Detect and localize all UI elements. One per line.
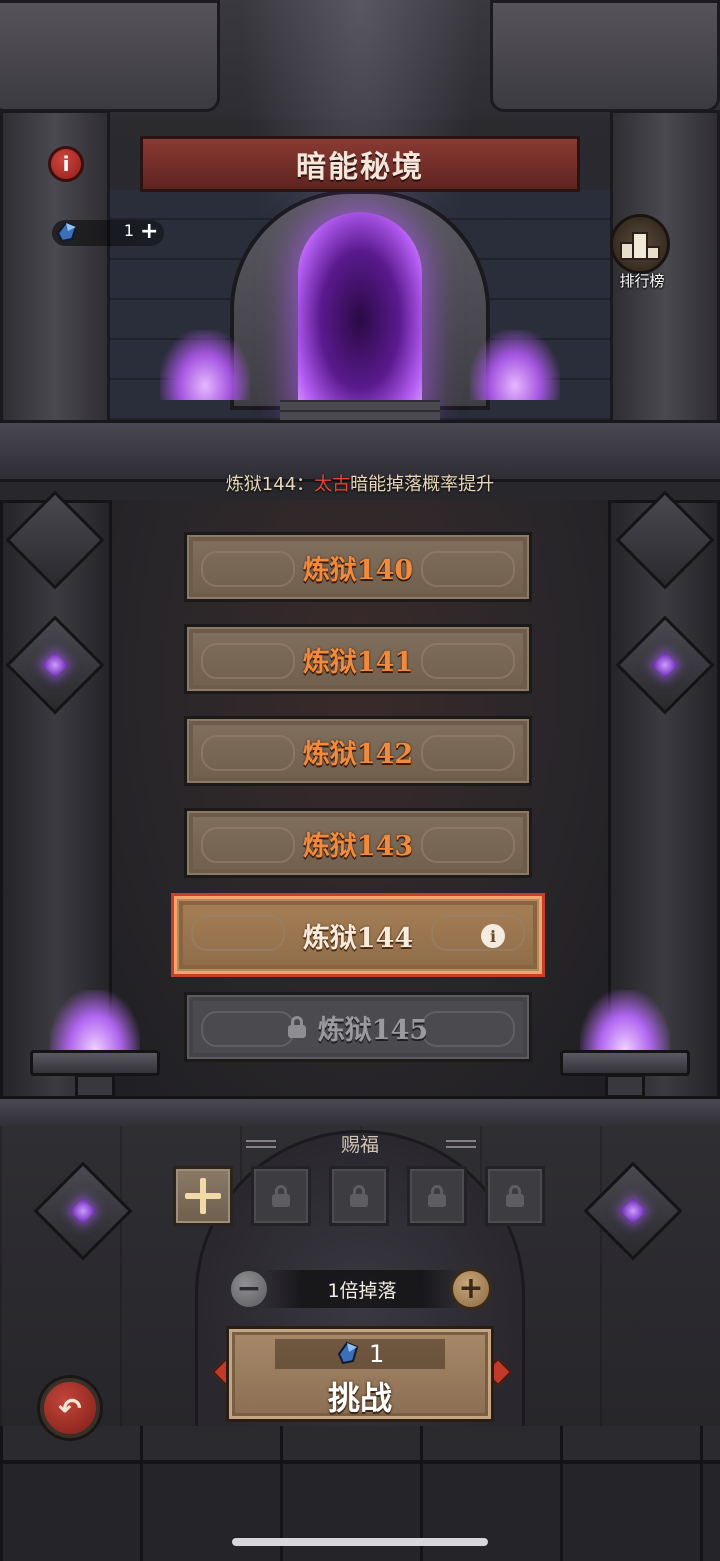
dark-portal [298, 212, 422, 408]
brazier-stem [605, 1074, 645, 1098]
ornament [201, 735, 295, 771]
purple-flame-right [470, 330, 560, 400]
brazier-bowl [30, 1050, 160, 1076]
info-button[interactable]: i [48, 146, 84, 182]
ornament [421, 827, 515, 863]
add-ticket-button[interactable]: + [140, 220, 160, 244]
blessing-slot-add[interactable] [173, 1166, 233, 1226]
blessing-title: 赐福 [340, 1134, 379, 1156]
notice-highlight: 太古 [314, 474, 351, 495]
ranking-button[interactable]: 排行榜 [606, 214, 678, 294]
level-button-140[interactable]: 炼狱140 [184, 532, 532, 602]
blessing-slot-locked[interactable] [407, 1166, 467, 1226]
podium-icon [610, 214, 670, 274]
level-button-141[interactable]: 炼狱141 [184, 624, 532, 694]
brazier-right [560, 990, 690, 1100]
decrease-multiplier-button[interactable]: − [228, 1268, 270, 1310]
home-indicator[interactable] [232, 1538, 488, 1546]
ornament [421, 735, 515, 771]
level-label: 炼狱142 [302, 738, 414, 770]
brazier-bowl [560, 1050, 690, 1076]
ornament [201, 1011, 295, 1047]
game-screen: 暗能秘境 i 1 + 排行榜 炼狱144：太古暗能掉落概率提升 炼狱140 炼狱… [0, 0, 720, 1561]
lock-icon [272, 1185, 290, 1207]
minus-icon: − [236, 1271, 262, 1306]
blessing-slot-locked[interactable] [485, 1166, 545, 1226]
back-button[interactable]: ↶ [40, 1378, 100, 1438]
ranking-label: 排行榜 [619, 272, 665, 290]
pillar-cap-left [0, 0, 220, 112]
ornament [201, 643, 295, 679]
page-title: 暗能秘境 [296, 150, 424, 185]
blessing-slot-locked[interactable] [251, 1166, 311, 1226]
multiplier-label: 1倍掉落 [327, 1279, 397, 1302]
level-button-144-selected[interactable]: 炼狱144 i [174, 896, 542, 974]
pillar-cap-right [490, 0, 720, 112]
notice-prefix: 炼狱144： [225, 474, 315, 495]
crystal-ticket-icon [335, 1339, 361, 1367]
ornament [201, 551, 295, 587]
challenge-cost: 1 [369, 1340, 385, 1368]
ornament [421, 643, 515, 679]
level-button-143[interactable]: 炼狱143 [184, 808, 532, 878]
challenge-label: 挑战 [327, 1379, 392, 1417]
plus-icon [185, 1178, 221, 1214]
level-label: 炼狱144 [302, 922, 414, 954]
blessing-deco-right [446, 1140, 476, 1148]
brazier-stem [75, 1074, 115, 1098]
notice-suffix: 暗能掉落概率提升 [350, 474, 495, 495]
lock-icon [506, 1185, 524, 1207]
ornament [421, 1011, 515, 1047]
lock-icon [428, 1185, 446, 1207]
title-banner: 暗能秘境 [140, 136, 580, 192]
ornament [431, 915, 525, 951]
ornament [201, 827, 295, 863]
blessing-slot-locked[interactable] [329, 1166, 389, 1226]
crystal-ticket-icon [54, 219, 80, 245]
challenge-button[interactable]: 1 挑战 [226, 1326, 494, 1422]
level-label: 炼狱143 [302, 830, 414, 862]
level-info-icon[interactable]: i [481, 924, 505, 948]
brazier-left [30, 990, 160, 1100]
ornament [191, 915, 285, 951]
level-button-142[interactable]: 炼狱142 [184, 716, 532, 786]
lock-icon [287, 1016, 306, 1038]
drop-multiplier: 1倍掉落 [262, 1270, 462, 1308]
level-label: 炼狱145 [317, 1014, 429, 1046]
lock-icon [350, 1185, 368, 1207]
level-label: 炼狱141 [302, 646, 414, 678]
ticket-count: 1 [123, 221, 134, 240]
info-icon: i [62, 152, 70, 176]
level-label: 炼狱140 [302, 554, 414, 586]
back-arrow-icon: ↶ [58, 1391, 82, 1425]
ornament [421, 551, 515, 587]
purple-flame-left [160, 330, 250, 400]
drop-rate-notice: 炼狱144：太古暗能掉落概率提升 [0, 470, 720, 500]
level-button-145-locked[interactable]: 炼狱145 [184, 992, 532, 1062]
plus-icon: + [458, 1271, 484, 1306]
increase-multiplier-button[interactable]: + [450, 1268, 492, 1310]
